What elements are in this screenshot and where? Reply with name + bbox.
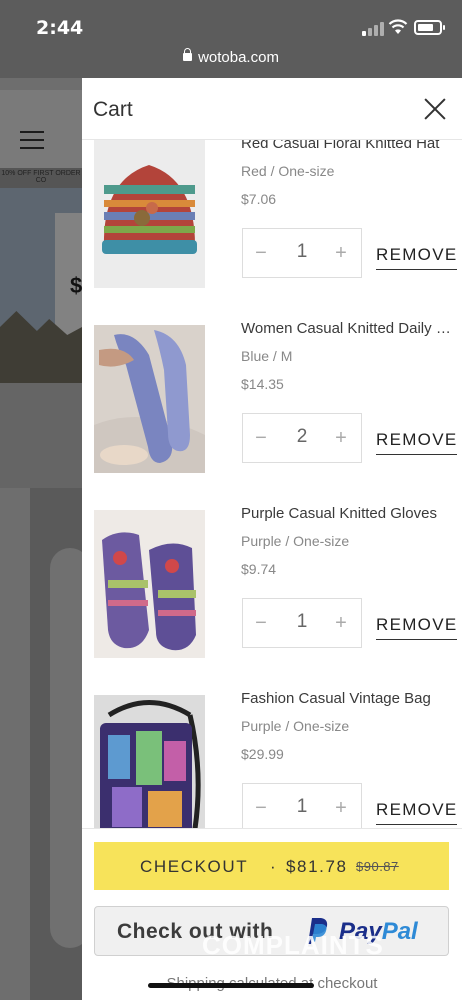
item-variant: Red / One-size: [241, 163, 335, 179]
remove-item-button[interactable]: REMOVE: [376, 245, 458, 270]
decrease-quantity-button[interactable]: −: [248, 612, 274, 635]
item-variant: Purple / One-size: [241, 718, 350, 734]
cart-header: Cart: [82, 78, 462, 140]
address-bar[interactable]: wotoba.com: [0, 48, 462, 66]
background-page-overlay[interactable]: 10% OFF FIRST ORDER CO $: [0, 78, 82, 1000]
quantity-value[interactable]: 1: [283, 611, 321, 633]
remove-item-button[interactable]: REMOVE: [376, 615, 458, 640]
item-name[interactable]: Women Casual Knitted Daily Socks: [241, 320, 451, 337]
original-total: $90.87: [356, 859, 399, 874]
cart-items-list[interactable]: Red Casual Floral Knitted Hat Red / One-…: [82, 140, 462, 828]
item-variant: Purple / One-size: [241, 533, 350, 549]
item-price: $29.99: [241, 746, 284, 762]
quantity-stepper: − 1 +: [242, 228, 362, 278]
wifi-icon: [388, 19, 408, 34]
paypal-icon: [308, 918, 328, 944]
checkout-button[interactable]: CHECKOUT · $81.78 $90.87: [94, 842, 449, 890]
url-text: wotoba.com: [198, 49, 279, 66]
paypal-logo-pay: Pay: [339, 918, 382, 945]
increase-quantity-button[interactable]: +: [328, 242, 354, 265]
knitted-gloves-image[interactable]: [94, 510, 205, 658]
decrease-quantity-button[interactable]: −: [248, 242, 274, 265]
paypal-logo-pal: Pal: [381, 918, 418, 945]
clock: 2:44: [36, 17, 84, 39]
paypal-checkout-button[interactable]: Check out with PayPal: [94, 906, 449, 956]
increase-quantity-button[interactable]: +: [328, 612, 354, 635]
increase-quantity-button[interactable]: +: [328, 797, 354, 820]
cart-footer: CHECKOUT · $81.78 $90.87 Check out with …: [82, 828, 462, 1000]
remove-item-button[interactable]: REMOVE: [376, 430, 458, 455]
close-icon[interactable]: [424, 98, 446, 120]
increase-quantity-button[interactable]: +: [328, 427, 354, 450]
site-header: [0, 90, 82, 168]
cellular-signal-icon: [362, 22, 384, 36]
item-variant: Blue / M: [241, 348, 293, 364]
lock-icon: [183, 48, 193, 61]
checkout-label: CHECKOUT: [140, 857, 249, 876]
item-name[interactable]: Purple Casual Knitted Gloves: [241, 505, 451, 522]
quantity-stepper: − 1 +: [242, 598, 362, 648]
vintage-bag-image[interactable]: [94, 695, 205, 828]
cart-item: Women Casual Knitted Daily Socks Blue / …: [82, 315, 462, 500]
home-indicator[interactable]: [148, 983, 314, 988]
item-name[interactable]: Red Casual Floral Knitted Hat: [241, 140, 451, 152]
status-bar: 2:44 wotoba.com: [0, 0, 462, 78]
item-name[interactable]: Fashion Casual Vintage Bag: [241, 690, 451, 707]
quantity-stepper: − 1 +: [242, 783, 362, 828]
checkout-separator: ·: [270, 857, 278, 876]
quantity-value[interactable]: 2: [283, 426, 321, 448]
cart-item: Fashion Casual Vintage Bag Purple / One-…: [82, 685, 462, 828]
decrease-quantity-button[interactable]: −: [248, 797, 274, 820]
cart-total: $81.78: [286, 857, 348, 876]
promo-strip: 10% OFF FIRST ORDER CO: [0, 168, 82, 188]
item-price: $9.74: [241, 561, 277, 577]
quantity-value[interactable]: 1: [283, 241, 321, 263]
quantity-stepper: − 2 +: [242, 413, 362, 463]
hero-price-symbol: $: [70, 273, 82, 298]
item-price: $7.06: [241, 191, 277, 207]
quantity-value[interactable]: 1: [283, 796, 321, 818]
item-price: $14.35: [241, 376, 284, 392]
knitted-socks-image[interactable]: [94, 325, 205, 473]
cart-item: Purple Casual Knitted Gloves Purple / On…: [82, 500, 462, 685]
background-section: [0, 383, 82, 488]
cart-item: Red Casual Floral Knitted Hat Red / One-…: [82, 140, 462, 315]
cart-title: Cart: [93, 98, 133, 121]
background-product-image: [30, 488, 82, 1000]
paypal-logo: PayPal: [339, 918, 418, 946]
remove-item-button[interactable]: REMOVE: [376, 800, 458, 825]
hamburger-menu-icon[interactable]: [20, 131, 44, 155]
knitted-hat-image[interactable]: [94, 140, 205, 288]
hero-banner: $: [0, 188, 82, 383]
paypal-prefix: Check out with: [117, 920, 274, 943]
cart-drawer: Cart Red Casual Floral Knitted Hat Red /…: [82, 78, 462, 1000]
battery-icon: [414, 20, 445, 35]
decrease-quantity-button[interactable]: −: [248, 427, 274, 450]
